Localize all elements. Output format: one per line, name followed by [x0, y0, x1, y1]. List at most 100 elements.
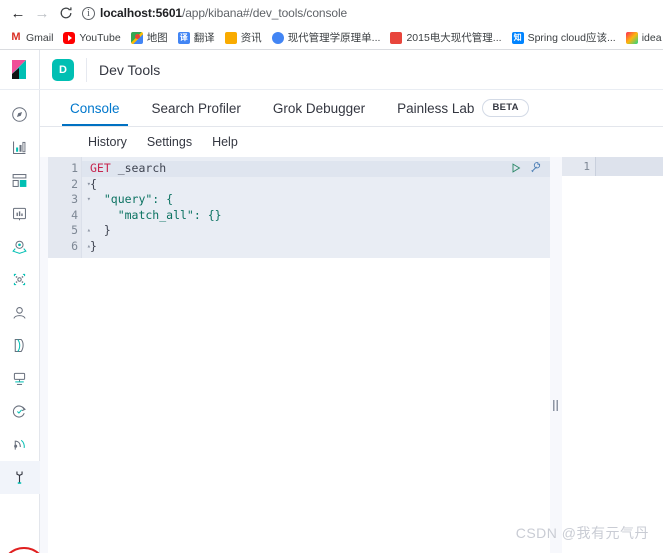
gutter-line: 6 ▴	[48, 238, 91, 255]
sidebar-item-uptime[interactable]	[0, 395, 40, 428]
code-line: "query": {	[90, 192, 550, 208]
back-icon[interactable]: ←	[6, 1, 30, 25]
editor-empty-area[interactable]	[48, 258, 550, 553]
sidebar-item-apm[interactable]	[0, 362, 40, 395]
bookmark-label: 地图	[146, 32, 168, 44]
sidebar-item-dev-tools[interactable]	[0, 461, 40, 494]
bookmark-doc2[interactable]: 2015电大现代管理...	[385, 29, 506, 46]
line-number: 1	[71, 161, 78, 175]
code-text: "query": {	[90, 192, 174, 206]
youtube-icon	[63, 31, 76, 44]
pane-splitter[interactable]	[550, 157, 562, 553]
compass-icon	[11, 106, 28, 123]
tab-search-profiler[interactable]: Search Profiler	[136, 90, 257, 126]
wrench-settings-icon[interactable]	[529, 161, 542, 177]
response-header: 1	[562, 157, 663, 176]
header-divider	[86, 57, 87, 82]
gutter-line: 1	[48, 161, 81, 177]
bookmark-zhihu[interactable]: 知 Spring cloud应该...	[507, 29, 621, 46]
bookmark-maps[interactable]: 地图	[126, 29, 173, 46]
line-number: 3	[71, 192, 78, 206]
sidebar-item-discover[interactable]	[0, 98, 40, 131]
play-triangle-icon[interactable]	[510, 162, 522, 177]
tab-console[interactable]: Console	[54, 90, 136, 126]
dashboard-grid-icon	[11, 172, 28, 189]
code-text: }	[90, 223, 111, 237]
bookmark-idea[interactable]: idea activa	[621, 31, 663, 45]
forward-icon[interactable]: →	[30, 1, 54, 25]
tab-label: Grok Debugger	[272, 100, 366, 116]
code-text: {	[90, 176, 97, 191]
presentation-chart-icon	[11, 205, 28, 222]
bookmark-gmail[interactable]: M Gmail	[5, 31, 58, 45]
sidebar-item-maps[interactable]	[0, 230, 40, 263]
gutter-line: 4	[48, 208, 81, 224]
editor-code-lines[interactable]: GET _search { "query": { "match_all": {}…	[82, 157, 550, 258]
tab-grok-debugger[interactable]: Grok Debugger	[257, 90, 381, 126]
request-editor-pane[interactable]: 1 2 ▾ 3 ▾ 4 5 ▴ 6 ▴ GET _search { "query": {…	[48, 157, 550, 553]
fold-arrow[interactable]: ▴	[81, 223, 91, 239]
sidebar-item-visualize[interactable]	[0, 131, 40, 164]
menu-item-history[interactable]: History	[88, 135, 127, 149]
sidebar-item-canvas[interactable]	[0, 197, 40, 230]
code-line: GET _search	[82, 161, 550, 177]
console-workspace: 1 2 ▾ 3 ▾ 4 5 ▴ 6 ▴ GET _search { "query": {…	[40, 157, 663, 553]
uptime-clock-icon	[11, 403, 28, 420]
page-title: Dev Tools	[99, 61, 161, 78]
tab-label: Console	[70, 100, 120, 116]
map-pin-icon	[11, 238, 28, 255]
bookmark-doc1[interactable]: 现代管理学原理单...	[267, 29, 386, 46]
bookmark-label: 2015电大现代管理...	[406, 32, 502, 44]
response-line-number: 1	[562, 157, 596, 176]
baidu-doc-icon	[271, 31, 284, 44]
apm-icon	[11, 370, 28, 387]
response-body-content[interactable]	[596, 176, 663, 553]
tab-painless-lab[interactable]: Painless Lab BETA	[381, 90, 545, 126]
wrench-icon	[11, 469, 28, 486]
beta-badge: BETA	[482, 99, 529, 117]
line-number: 5	[71, 223, 78, 237]
response-pane[interactable]: 1	[562, 157, 663, 553]
bookmark-label: idea activa	[641, 31, 663, 44]
idea-icon	[625, 31, 638, 44]
logs-icon	[11, 337, 28, 354]
line-number: 6	[71, 238, 78, 253]
code-text: _search	[110, 161, 167, 175]
main-content: D Dev Tools Console Search Profiler Grok…	[40, 50, 663, 553]
kibana-logo-icon[interactable]	[0, 50, 40, 90]
response-header-fill	[596, 157, 663, 176]
console-submenu: History Settings Help	[40, 127, 663, 157]
bookmark-news[interactable]: 资讯	[220, 29, 267, 46]
menu-item-settings[interactable]: Settings	[147, 135, 192, 149]
fold-arrow[interactable]: ▾	[81, 192, 91, 208]
address-bar[interactable]: i localhost:5601/app/kibana#/dev_tools/c…	[82, 3, 657, 23]
line-number: 2	[71, 176, 78, 191]
response-body[interactable]	[562, 176, 663, 553]
code-text: }	[90, 238, 97, 253]
reload-icon[interactable]	[54, 1, 78, 25]
fold-arrow[interactable]: ▴	[81, 239, 91, 255]
request-code-block[interactable]: 1 2 ▾ 3 ▾ 4 5 ▴ 6 ▴ GET _search { "query": {…	[48, 157, 550, 258]
sidebar-item-siem[interactable]	[0, 428, 40, 461]
url-text: localhost:5601/app/kibana#/dev_tools/con…	[100, 6, 348, 20]
google-translate-icon: 译	[177, 31, 190, 44]
google-news-icon	[224, 31, 237, 44]
sidebar-item-infrastructure[interactable]	[0, 296, 40, 329]
browser-chrome: ← → i localhost:5601/app/kibana#/dev_too…	[0, 0, 663, 50]
bookmark-youtube[interactable]: YouTube	[58, 31, 125, 45]
app-badge: D	[52, 58, 74, 81]
info-circle-icon[interactable]: i	[82, 6, 95, 20]
sidebar-item-machine-learning[interactable]	[0, 263, 40, 296]
drag-handle-icon[interactable]	[553, 400, 558, 411]
bookmark-translate[interactable]: 译 翻译	[173, 29, 220, 46]
tab-bar: Console Search Profiler Grok Debugger Pa…	[40, 90, 663, 127]
sidebar-item-logs[interactable]	[0, 329, 40, 362]
fold-arrow[interactable]: ▾	[81, 177, 91, 193]
code-line: "match_all": {}	[90, 208, 550, 224]
bookmarks-bar: M Gmail YouTube 地图 译 翻译 资讯 现代管理学原理单... 2…	[0, 26, 663, 50]
sidebar-item-dashboard[interactable]	[0, 164, 40, 197]
code-line: }	[90, 223, 550, 239]
menu-item-help[interactable]: Help	[212, 135, 238, 149]
primary-sidebar: Dev Tools	[0, 50, 47, 553]
bookmark-label: Spring cloud应该...	[527, 32, 616, 44]
